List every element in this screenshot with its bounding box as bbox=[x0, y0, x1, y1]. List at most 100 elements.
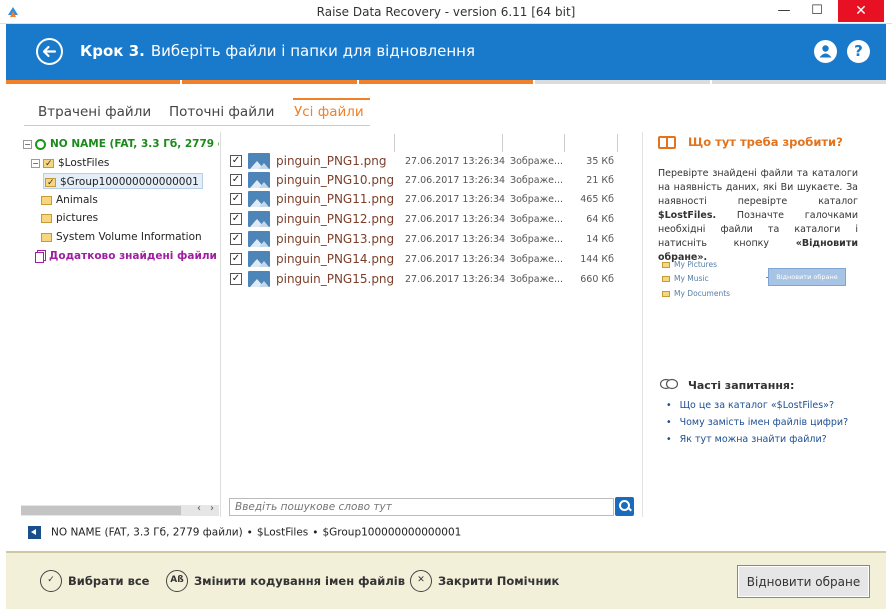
faq-title: Часті запитання: bbox=[688, 379, 795, 392]
file-row[interactable]: ✓ pinguin_PNG10.png 27.06.2017 13:26:34 … bbox=[228, 171, 620, 191]
folder-icon bbox=[41, 195, 52, 205]
breadcrumb-separator: • bbox=[312, 526, 319, 539]
file-checkbox[interactable]: ✓ bbox=[230, 253, 242, 265]
file-type: Зображе... bbox=[510, 194, 564, 205]
tab-lost-files[interactable]: Втрачені файли bbox=[38, 104, 151, 120]
search-button[interactable] bbox=[615, 497, 634, 516]
progress-segment bbox=[535, 80, 710, 84]
file-name: pinguin_PNG11.png bbox=[276, 192, 395, 206]
column-header-type[interactable] bbox=[503, 134, 565, 152]
tree-node-system-volume[interactable]: System Volume Information bbox=[41, 229, 202, 245]
faq-link[interactable]: Чому замість імен файлів цифри? bbox=[666, 417, 849, 428]
pane-divider[interactable] bbox=[220, 132, 221, 517]
file-type: Зображе... bbox=[510, 254, 564, 265]
image-file-icon bbox=[248, 172, 270, 188]
file-row[interactable]: ✓ pinguin_PNG13.png 27.06.2017 13:26:34 … bbox=[228, 230, 620, 250]
file-checkbox[interactable]: ✓ bbox=[230, 273, 242, 285]
minimize-button[interactable]: — bbox=[767, 0, 801, 22]
file-row[interactable]: ✓ pinguin_PNG14.png 27.06.2017 13:26:34 … bbox=[228, 250, 620, 270]
tree-node-group[interactable]: $Group100000000000001 bbox=[43, 173, 203, 191]
column-header-name[interactable] bbox=[228, 134, 395, 152]
title-bar: Raise Data Recovery - version 6.11 [64 b… bbox=[0, 0, 892, 24]
file-row[interactable]: ✓ pinguin_PNG12.png 27.06.2017 13:26:34 … bbox=[228, 210, 620, 230]
column-header-size[interactable] bbox=[565, 134, 618, 152]
faq-link[interactable]: Що це за каталог «$LostFiles»? bbox=[666, 400, 834, 411]
help-text: Перевірте знайдені файли та каталоги на … bbox=[658, 167, 858, 265]
tab-all-files[interactable]: Усі файли bbox=[294, 104, 364, 120]
tab-current-files[interactable]: Поточні файли bbox=[169, 104, 274, 120]
image-file-icon bbox=[248, 211, 270, 227]
file-row[interactable]: ✓ pinguin_PNG11.png 27.06.2017 13:26:34 … bbox=[228, 190, 620, 210]
user-icon[interactable] bbox=[814, 40, 837, 63]
file-type: Зображе... bbox=[510, 156, 564, 167]
recover-selected-button[interactable]: Відновити обране bbox=[737, 565, 870, 598]
close-button[interactable]: ✕ bbox=[838, 0, 884, 22]
breadcrumb-item[interactable]: NO NAME (FAT, 3.3 Гб, 2779 файли) bbox=[51, 527, 243, 539]
help-icon[interactable]: ? bbox=[847, 40, 870, 63]
file-size: 660 Кб bbox=[580, 274, 614, 285]
close-assistant-button[interactable]: ✕ Закрити Помічник bbox=[410, 570, 559, 594]
book-icon bbox=[658, 136, 676, 149]
file-date: 27.06.2017 13:26:34 bbox=[405, 214, 506, 225]
image-file-icon bbox=[248, 153, 270, 169]
file-type: Зображе... bbox=[510, 234, 564, 245]
page-title: Крок 3. Виберіть файли і папки для віднов… bbox=[80, 42, 475, 60]
breadcrumb: NO NAME (FAT, 3.3 Гб, 2779 файли) • $LostF… bbox=[28, 526, 461, 542]
column-header-date[interactable] bbox=[395, 134, 503, 152]
scroll-right-icon[interactable]: › bbox=[210, 503, 214, 514]
help-text-part: Перевірте знайдені файли та каталоги на … bbox=[658, 168, 858, 207]
collapse-icon[interactable]: − bbox=[31, 158, 40, 168]
file-size: 14 Кб bbox=[586, 234, 614, 245]
file-size: 64 Кб bbox=[586, 214, 614, 225]
tree-node-pictures[interactable]: pictures bbox=[41, 210, 98, 226]
folder-tree: −NO NAME (FAT, 3.3 Гб, 2779 файли) −$Los… bbox=[21, 134, 219, 504]
document-stack-icon bbox=[35, 249, 46, 263]
breadcrumb-separator: • bbox=[246, 526, 253, 539]
file-checkbox[interactable]: ✓ bbox=[230, 233, 242, 245]
search-input[interactable] bbox=[229, 498, 614, 516]
tree-node-root[interactable]: − NO NAME (FAT, 3.3 Гб, 2779 файли) bbox=[23, 136, 219, 152]
disk-icon bbox=[35, 138, 46, 150]
file-type: Зображе... bbox=[510, 274, 564, 285]
select-all-label: Вибрати все bbox=[68, 574, 150, 588]
image-file-icon bbox=[248, 191, 270, 207]
file-checkbox[interactable]: ✓ bbox=[230, 213, 242, 225]
close-circle-icon: ✕ bbox=[410, 570, 432, 592]
file-row[interactable]: ✓ pinguin_PNG1.png 27.06.2017 13:26:34 З… bbox=[228, 152, 620, 172]
file-date: 27.06.2017 13:26:34 bbox=[405, 156, 506, 167]
file-size: 144 Кб bbox=[580, 254, 614, 265]
tree-node-extra-files[interactable]: Додатково знайдені файли bbox=[35, 248, 217, 264]
select-all-button[interactable]: ✓ Вибрати все bbox=[40, 570, 149, 594]
faq-link[interactable]: Як тут можна знайти файли? bbox=[666, 434, 827, 445]
scroll-left-icon[interactable]: ‹ bbox=[197, 503, 201, 514]
illus-recover-button: Відновити обране bbox=[768, 268, 846, 286]
breadcrumb-item[interactable]: $Group100000000000001 bbox=[322, 527, 461, 539]
file-checkbox[interactable]: ✓ bbox=[230, 155, 242, 167]
maximize-button[interactable]: ☐ bbox=[800, 0, 834, 22]
file-row[interactable]: ✓ pinguin_PNG15.png 27.06.2017 13:26:34 … bbox=[228, 270, 620, 290]
footer-bar: ✓ Вибрати все Aß Змінити кодування імен фа… bbox=[6, 551, 886, 609]
folder-icon bbox=[43, 156, 54, 172]
help-illustration: My Pictures My Music My Documents Віднов… bbox=[662, 258, 852, 304]
tree-horizontal-scrollbar[interactable]: ‹ › bbox=[21, 503, 219, 516]
change-encoding-button[interactable]: Aß Змінити кодування імен файлів bbox=[166, 570, 405, 594]
breadcrumb-item[interactable]: $LostFiles bbox=[257, 527, 308, 539]
file-checkbox[interactable]: ✓ bbox=[230, 193, 242, 205]
tab-bar: Втрачені файли Поточні файли Усі файли bbox=[24, 98, 370, 126]
progress-segment bbox=[358, 80, 534, 84]
help-title: Що тут треба зробити? bbox=[688, 135, 843, 149]
file-date: 27.06.2017 13:26:34 bbox=[405, 194, 506, 205]
breadcrumb-back-icon[interactable] bbox=[28, 526, 41, 539]
back-button[interactable] bbox=[36, 38, 63, 65]
collapse-icon[interactable]: − bbox=[23, 139, 32, 149]
illus-item: My Documents bbox=[662, 289, 730, 298]
image-file-icon bbox=[248, 231, 270, 247]
file-date: 27.06.2017 13:26:34 bbox=[405, 175, 506, 186]
tree-node-label: Додатково знайдені файли bbox=[49, 250, 217, 262]
folder-icon bbox=[662, 291, 670, 297]
checklist-icon: ✓ bbox=[40, 570, 62, 592]
scrollbar-thumb[interactable] bbox=[21, 506, 181, 515]
tree-node-lostfiles[interactable]: − $LostFiles bbox=[31, 155, 109, 172]
tree-node-animals[interactable]: Animals bbox=[41, 192, 98, 208]
file-checkbox[interactable]: ✓ bbox=[230, 174, 242, 186]
